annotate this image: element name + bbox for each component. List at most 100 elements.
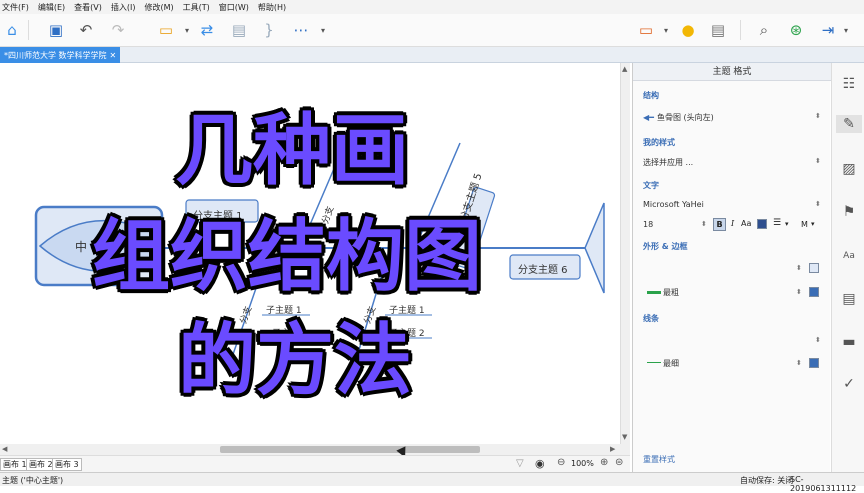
format-brush-icon[interactable]: ✎ <box>836 115 862 133</box>
border-weight-select[interactable]: 最粗 <box>663 287 679 298</box>
line-color-swatch[interactable] <box>809 358 819 368</box>
divider <box>28 20 29 40</box>
overlay-title-line-1: 几种画 <box>175 106 410 196</box>
lightbulb-icon[interactable]: ● <box>678 20 698 40</box>
menu-help[interactable]: 帮助(H) <box>258 2 286 13</box>
right-icon-bar: ☷ ✎ ▨ ⚑ Aa ▤ ▬ ✓ <box>831 63 864 472</box>
font-family-select[interactable]: Microsoft YaHei <box>643 200 704 209</box>
overlay-title-line-3: 的方法 <box>178 316 413 406</box>
menu-insert[interactable]: 插入(I) <box>111 2 136 13</box>
panel-title: 主题 格式 <box>633 63 831 81</box>
more-icon[interactable]: ⋯ <box>291 20 311 40</box>
share-icon[interactable]: ⊛ <box>786 20 806 40</box>
overlay-title-line-2: 组织结构图 <box>92 212 483 302</box>
status-version: SC-2019061311112 <box>790 475 857 493</box>
outline-icon[interactable]: ▤ <box>708 20 728 40</box>
chevron-down-icon[interactable]: ▾ <box>785 220 789 228</box>
reset-style-link[interactable]: 重置样式 <box>643 454 675 465</box>
zoom-in-icon[interactable]: ⊕ <box>600 457 608 468</box>
updown-icon[interactable]: ⬍ <box>701 220 707 228</box>
vertical-scrollbar[interactable]: ▲ ▼ <box>620 63 630 444</box>
updown-icon[interactable]: ⬍ <box>815 157 821 165</box>
italic-button[interactable]: I <box>731 219 734 228</box>
divider <box>740 20 741 40</box>
presentation-icon[interactable]: ▭ <box>636 20 656 40</box>
text-color-swatch[interactable] <box>757 219 767 229</box>
menu-view[interactable]: 查看(V) <box>74 2 102 13</box>
my-style-select[interactable]: 选择并应用 ... <box>643 157 693 168</box>
menu-edit[interactable]: 编辑(E) <box>38 2 65 13</box>
status-bar: 主题 ('中心主题') 自动保存: 关闭 SC-2019061311112 <box>0 472 864 493</box>
eye-icon[interactable]: ◉ <box>535 457 545 470</box>
font-size-select[interactable]: 18 <box>643 220 653 229</box>
line-weight-select[interactable]: 最细 <box>663 358 679 369</box>
scroll-left-icon[interactable]: ◀ <box>2 445 7 453</box>
boundary-icon[interactable]: ▤ <box>229 20 249 40</box>
menu-window[interactable]: 窗口(W) <box>219 2 249 13</box>
image-icon[interactable]: ▨ <box>840 160 858 178</box>
text-case-icon[interactable]: Aa <box>741 219 751 228</box>
chevron-down-icon[interactable]: ▾ <box>313 20 333 40</box>
search-icon[interactable]: ⌕ <box>754 20 774 40</box>
flag-icon[interactable]: ⚑ <box>840 203 858 221</box>
line-label: 线条 <box>643 314 659 323</box>
fishbone-icon: ◀━ <box>643 113 654 122</box>
structure-icon[interactable]: ☷ <box>840 75 858 93</box>
border-color-swatch[interactable] <box>809 287 819 297</box>
fill-color-swatch[interactable] <box>809 263 819 273</box>
updown-icon[interactable]: ⬍ <box>796 288 802 296</box>
menu-modify[interactable]: 修改(M) <box>144 2 173 13</box>
more-text-icon[interactable]: M <box>801 220 808 229</box>
home-icon[interactable]: ⌂ <box>2 20 22 40</box>
updown-icon[interactable]: ⬍ <box>796 359 802 367</box>
central-topic-label[interactable]: 中 <box>75 238 87 255</box>
tab-document[interactable]: *四川师范大学 数学科学学院 ✕ <box>0 47 121 63</box>
menu-tools[interactable]: 工具(T) <box>183 2 210 13</box>
subtopic-label[interactable]: 子主题 1 <box>266 303 302 316</box>
format-panel: 主题 格式 结构 ◀━ 鱼骨图 (头向左) ⬍ 我的样式 选择并应用 ... ⬍… <box>632 63 831 472</box>
horizontal-scroll-thumb[interactable] <box>220 446 480 453</box>
undo-icon[interactable]: ↶ <box>76 20 96 40</box>
status-selection: 主题 ('中心主题') <box>2 476 64 485</box>
align-icon[interactable]: ☰ <box>773 218 781 228</box>
document-tab-bar: *四川师范大学 数学科学学院 ✕ <box>0 47 864 63</box>
updown-icon[interactable]: ⬍ <box>815 200 821 208</box>
menu-file[interactable]: 文件(F) <box>2 2 29 13</box>
border-line-sample <box>647 291 661 294</box>
export-icon[interactable]: ⇥ <box>818 20 838 40</box>
zoom-level[interactable]: 100% <box>571 459 594 468</box>
subtopic-label[interactable]: 子主题 1 <box>389 303 425 316</box>
structure-select[interactable]: ◀━ 鱼骨图 (头向左) <box>643 112 714 123</box>
task-icon[interactable]: ✓ <box>840 375 858 393</box>
updown-icon[interactable]: ⬍ <box>815 112 821 120</box>
status-autosave[interactable]: 自动保存: 关闭 <box>740 475 793 486</box>
line-sample <box>647 362 661 363</box>
scroll-up-icon[interactable]: ▲ <box>622 65 627 73</box>
chevron-down-icon[interactable]: ▾ <box>836 20 856 40</box>
fit-icon[interactable]: ⊜ <box>615 457 623 468</box>
updown-icon[interactable]: ⬍ <box>796 264 802 272</box>
redo-icon[interactable]: ↷ <box>108 20 128 40</box>
updown-icon[interactable]: ⬍ <box>815 336 821 344</box>
bold-button[interactable]: B <box>713 218 726 231</box>
insert-topic-icon[interactable]: ▭ <box>156 20 176 40</box>
structure-value: 鱼骨图 (头向左) <box>656 113 714 122</box>
notes-icon[interactable]: ▤ <box>840 290 858 308</box>
relationship-icon[interactable]: ⇄ <box>197 20 217 40</box>
branch-6-label[interactable]: 分支主题 6 <box>518 261 568 276</box>
scroll-right-icon[interactable]: ▶ <box>610 445 615 453</box>
font-icon[interactable]: Aa <box>840 247 858 265</box>
scroll-down-icon[interactable]: ▼ <box>622 433 627 441</box>
chevron-down-icon[interactable]: ▾ <box>811 220 815 228</box>
summary-icon[interactable]: } <box>259 20 279 40</box>
sheet-tab-3[interactable]: 画布 3 <box>52 458 82 471</box>
zoom-out-icon[interactable]: ⊖ <box>557 457 565 468</box>
chevron-down-icon[interactable]: ▾ <box>656 20 676 40</box>
text-label: 文字 <box>643 181 659 190</box>
chevron-down-icon[interactable]: ▾ <box>177 20 197 40</box>
close-icon[interactable]: ✕ <box>110 51 117 60</box>
horizontal-scrollbar[interactable]: ◀ ▶ <box>0 444 630 455</box>
comment-icon[interactable]: ▬ <box>840 333 858 351</box>
save-icon[interactable]: ▣ <box>46 20 66 40</box>
filter-icon[interactable]: ▽ <box>516 458 524 469</box>
